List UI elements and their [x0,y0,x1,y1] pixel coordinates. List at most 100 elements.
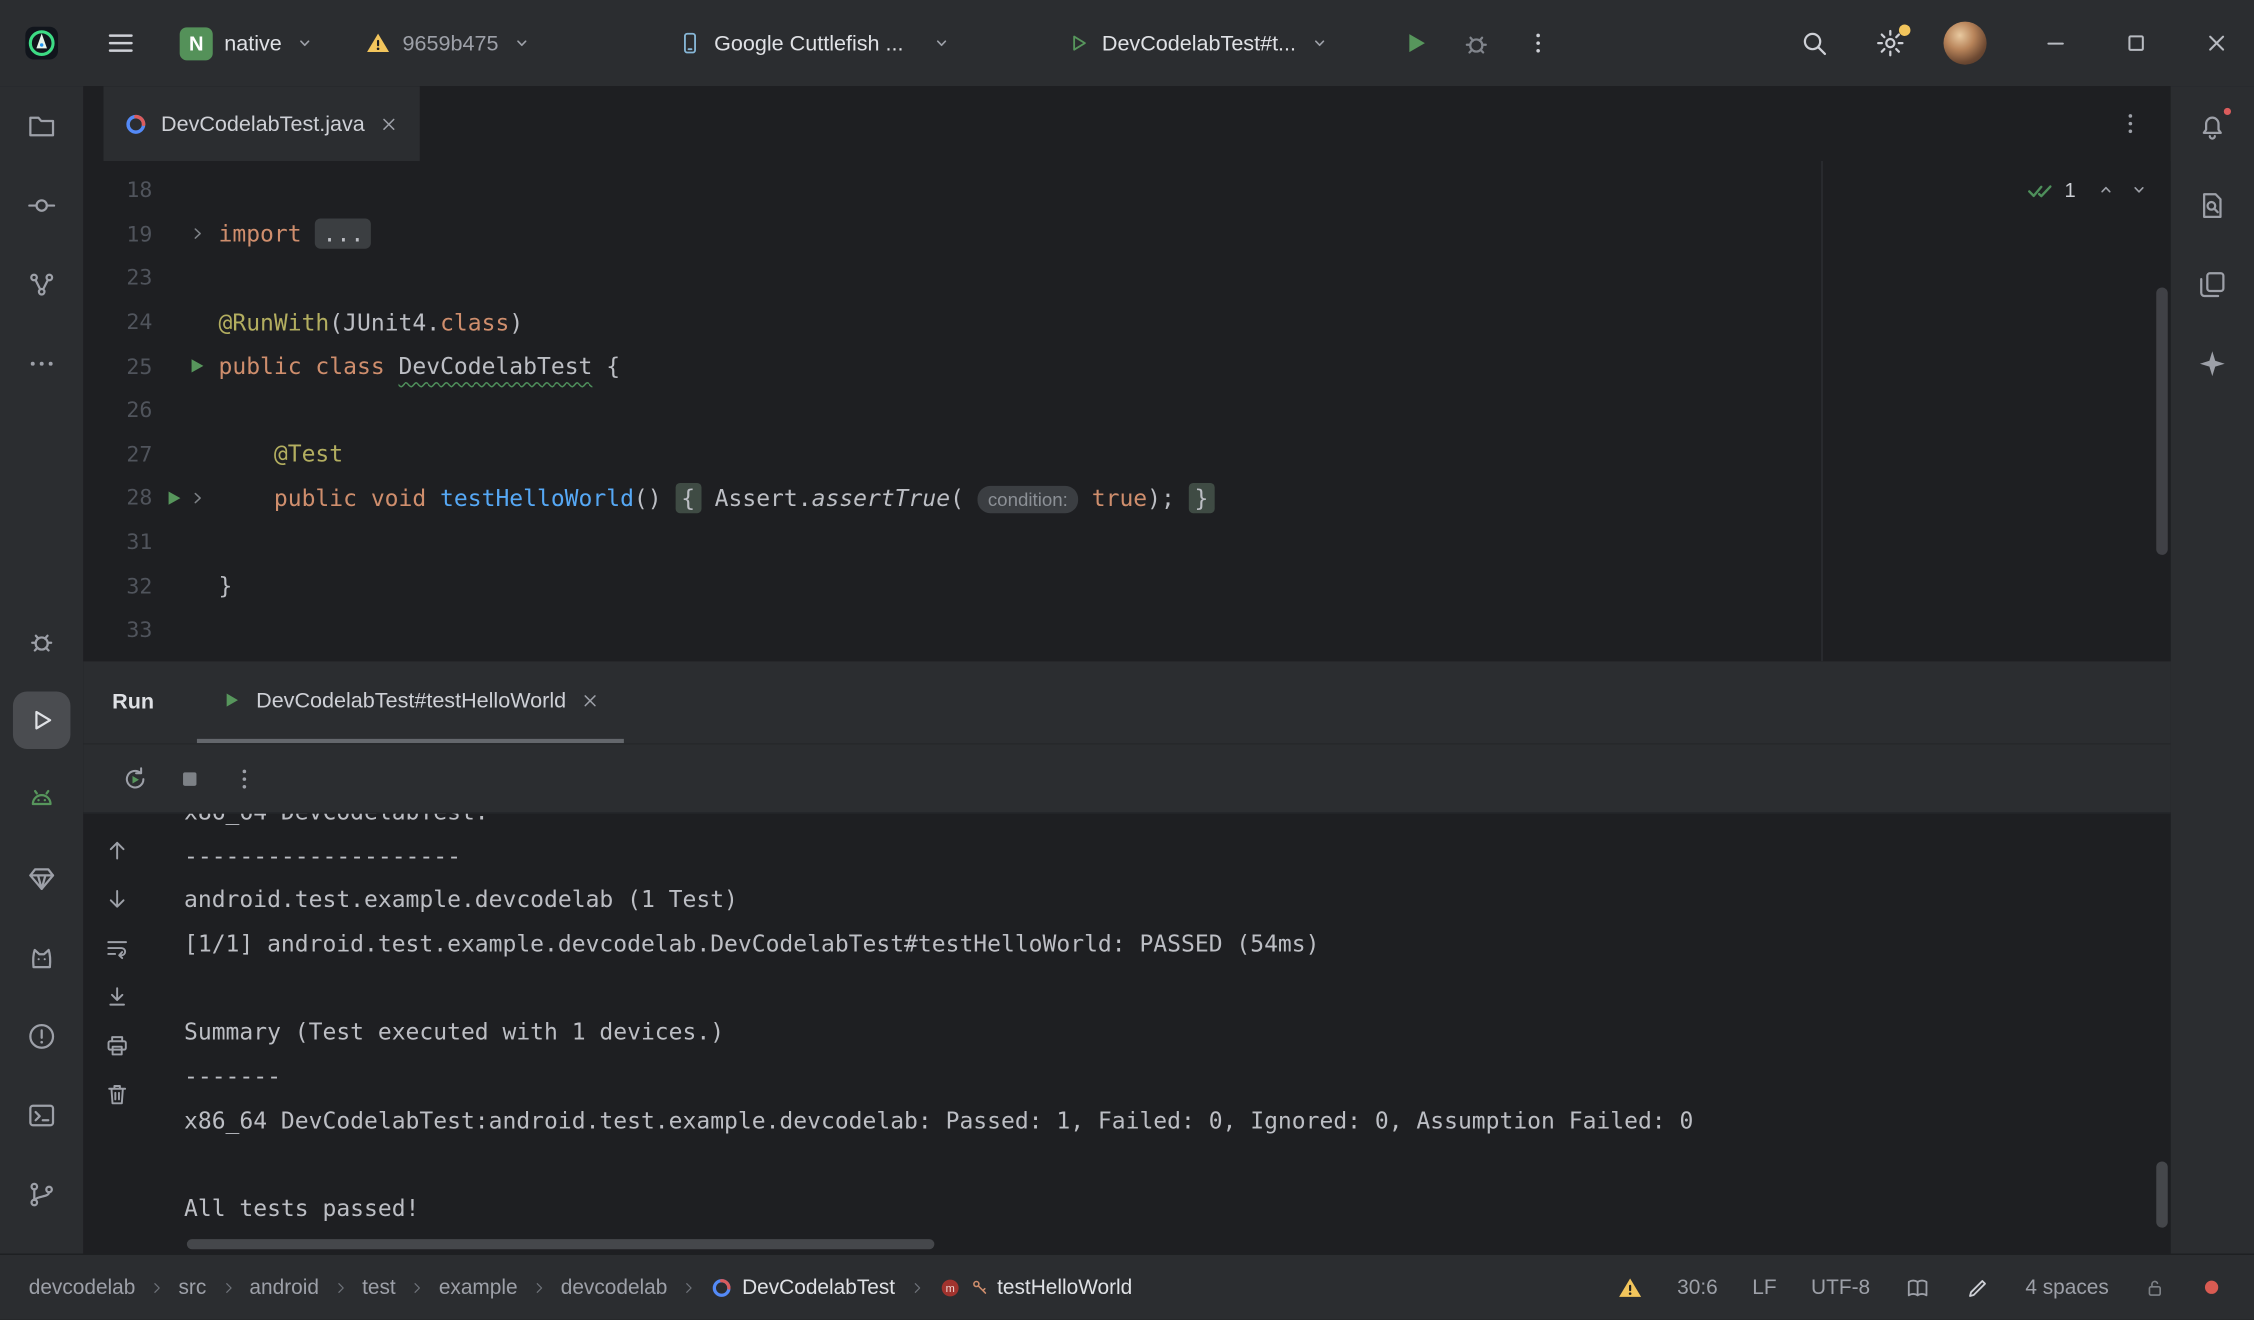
project-badge: N [180,27,213,60]
app-quality-insights-tool-button[interactable] [13,850,71,908]
project-tool-button[interactable] [13,98,71,156]
close-icon[interactable] [579,689,601,711]
console-options-kebab-icon[interactable] [230,764,259,793]
fold-arrow-icon[interactable] [188,225,207,244]
console-vertical-scrollbar[interactable] [2156,1162,2168,1228]
scroll-down-button[interactable] [103,886,130,913]
more-actions-kebab-icon[interactable] [1523,29,1552,58]
maximize-button[interactable] [2122,29,2151,58]
tab-options-kebab-icon[interactable] [2116,109,2145,138]
run-button[interactable] [1400,27,1432,59]
scroll-to-end-button[interactable] [103,983,130,1010]
code-text: @Test [219,440,344,467]
gemini-ai-button[interactable] [2184,335,2242,393]
chevron-right-icon [680,1279,697,1296]
code-area[interactable]: 1819import ...2324@RunWith(JUnit4.class)… [83,161,2170,652]
run-gutter-icon[interactable] [185,355,207,377]
logcat-tool-button[interactable] [13,771,71,829]
warning-icon[interactable] [1617,1275,1643,1301]
console-lines: x86_64 DevCodelabTest:------------------… [184,814,2171,1232]
play-icon [220,689,243,712]
structure-icon [26,269,58,301]
indent-config[interactable]: 4 spaces [2025,1276,2108,1299]
highlighting-pen-icon[interactable] [1965,1275,1991,1301]
run-tab[interactable]: DevCodelabTest#testHelloWorld [197,661,623,743]
chevron-down-icon [1308,32,1331,55]
terminal-tool-button[interactable] [13,1087,71,1145]
soft-wrap-button[interactable] [103,934,130,961]
fold-arrow-icon[interactable] [188,489,207,508]
close-button[interactable] [2202,29,2231,58]
search-icon[interactable] [1798,27,1830,59]
version-control-tool-button[interactable] [13,1166,71,1224]
android-test-tool-button[interactable] [13,929,71,987]
breadcrumb-item[interactable]: DevCodelabTest [710,1276,895,1299]
clear-console-button[interactable] [103,1081,130,1108]
reader-mode-icon[interactable] [1905,1275,1931,1301]
breadcrumb-item[interactable]: android [249,1276,319,1299]
chevron-up-icon[interactable] [2094,178,2117,201]
unlock-icon[interactable] [2143,1276,2166,1299]
document-search-icon [2197,190,2229,222]
code-line[interactable]: 31 [83,520,2170,564]
user-avatar[interactable] [1944,22,1987,65]
breadcrumb-item[interactable]: src [178,1276,206,1299]
breadcrumb-item[interactable]: example [439,1276,518,1299]
error-indicator[interactable] [2201,1277,2223,1299]
code-line[interactable]: 24@RunWith(JUnit4.class) [83,300,2170,344]
debug-button[interactable] [1460,27,1492,59]
tab-devcodelabtest-java[interactable]: DevCodelabTest.java [104,86,420,161]
breadcrumb-item[interactable]: test [362,1276,396,1299]
main-menu-button[interactable] [104,26,139,61]
device-selector[interactable]: Google Cuttlefish ... [677,30,953,56]
structure-tool-button[interactable] [13,256,71,314]
editor-scrollbar[interactable] [2156,288,2168,555]
run-configuration-selector[interactable]: DevCodelabTest#t... [1064,30,1330,56]
line-separator[interactable]: LF [1752,1276,1776,1299]
code-line[interactable]: 26 [83,388,2170,432]
run-gutter-icon[interactable] [162,487,184,509]
code-line[interactable]: 19import ... [83,212,2170,256]
run-tool-button[interactable] [13,692,71,750]
breadcrumb-item[interactable]: devcodelab [29,1276,136,1299]
debug-tool-button[interactable] [13,613,71,671]
code-line[interactable]: 32} [83,564,2170,608]
console-text[interactable]: x86_64 DevCodelabTest:------------------… [150,814,2171,1254]
center-panel: DevCodelabTest.java 1819import ...2324@R… [83,86,2170,1254]
breadcrumb-item[interactable]: devcodelab [561,1276,668,1299]
warning-icon [365,30,391,56]
inspection-report-button[interactable] [2184,177,2242,235]
chevron-down-icon[interactable] [2128,178,2151,201]
settings-button[interactable] [1875,27,1907,59]
project-selector[interactable]: N native [180,27,317,60]
rerun-button[interactable] [121,764,150,793]
code-line[interactable]: 25public class DevCodelabTest { [83,344,2170,388]
code-line[interactable]: 33 [83,608,2170,652]
minimize-button[interactable] [2041,29,2070,58]
vcs-widget[interactable]: 9659b475 [365,30,533,56]
file-encoding[interactable]: UTF-8 [1811,1276,1870,1299]
code-line[interactable]: 18 [83,168,2170,212]
stop-button[interactable] [175,764,204,793]
console[interactable]: x86_64 DevCodelabTest:------------------… [83,812,2170,1254]
breadcrumb-item[interactable]: mtestHelloWorld [938,1276,1132,1299]
caret-position[interactable]: 30:6 [1677,1276,1718,1299]
commit-tool-button[interactable] [13,177,71,235]
problems-tool-button[interactable] [13,1008,71,1066]
code-line[interactable]: 23 [83,256,2170,300]
more-tool-windows-button[interactable] [13,335,71,393]
chevron-down-icon [929,32,952,55]
run-panel-header: Run DevCodelabTest#testHelloWorld [83,661,2170,743]
scroll-up-button[interactable] [103,837,130,864]
print-button[interactable] [103,1032,130,1059]
code-line[interactable]: 27 @Test [83,432,2170,476]
folder-icon [26,111,58,143]
notifications-button[interactable] [2184,98,2242,156]
code-line[interactable]: 28 public void testHelloWorld() { Assert… [83,476,2170,520]
close-icon[interactable] [378,113,400,135]
console-horizontal-scrollbar[interactable] [187,1239,935,1249]
editor[interactable]: 1819import ...2324@RunWith(JUnit4.class)… [83,161,2170,661]
debug-icon [26,626,58,658]
inspection-widget[interactable]: 1 [2026,175,2151,204]
device-manager-button[interactable] [2184,256,2242,314]
